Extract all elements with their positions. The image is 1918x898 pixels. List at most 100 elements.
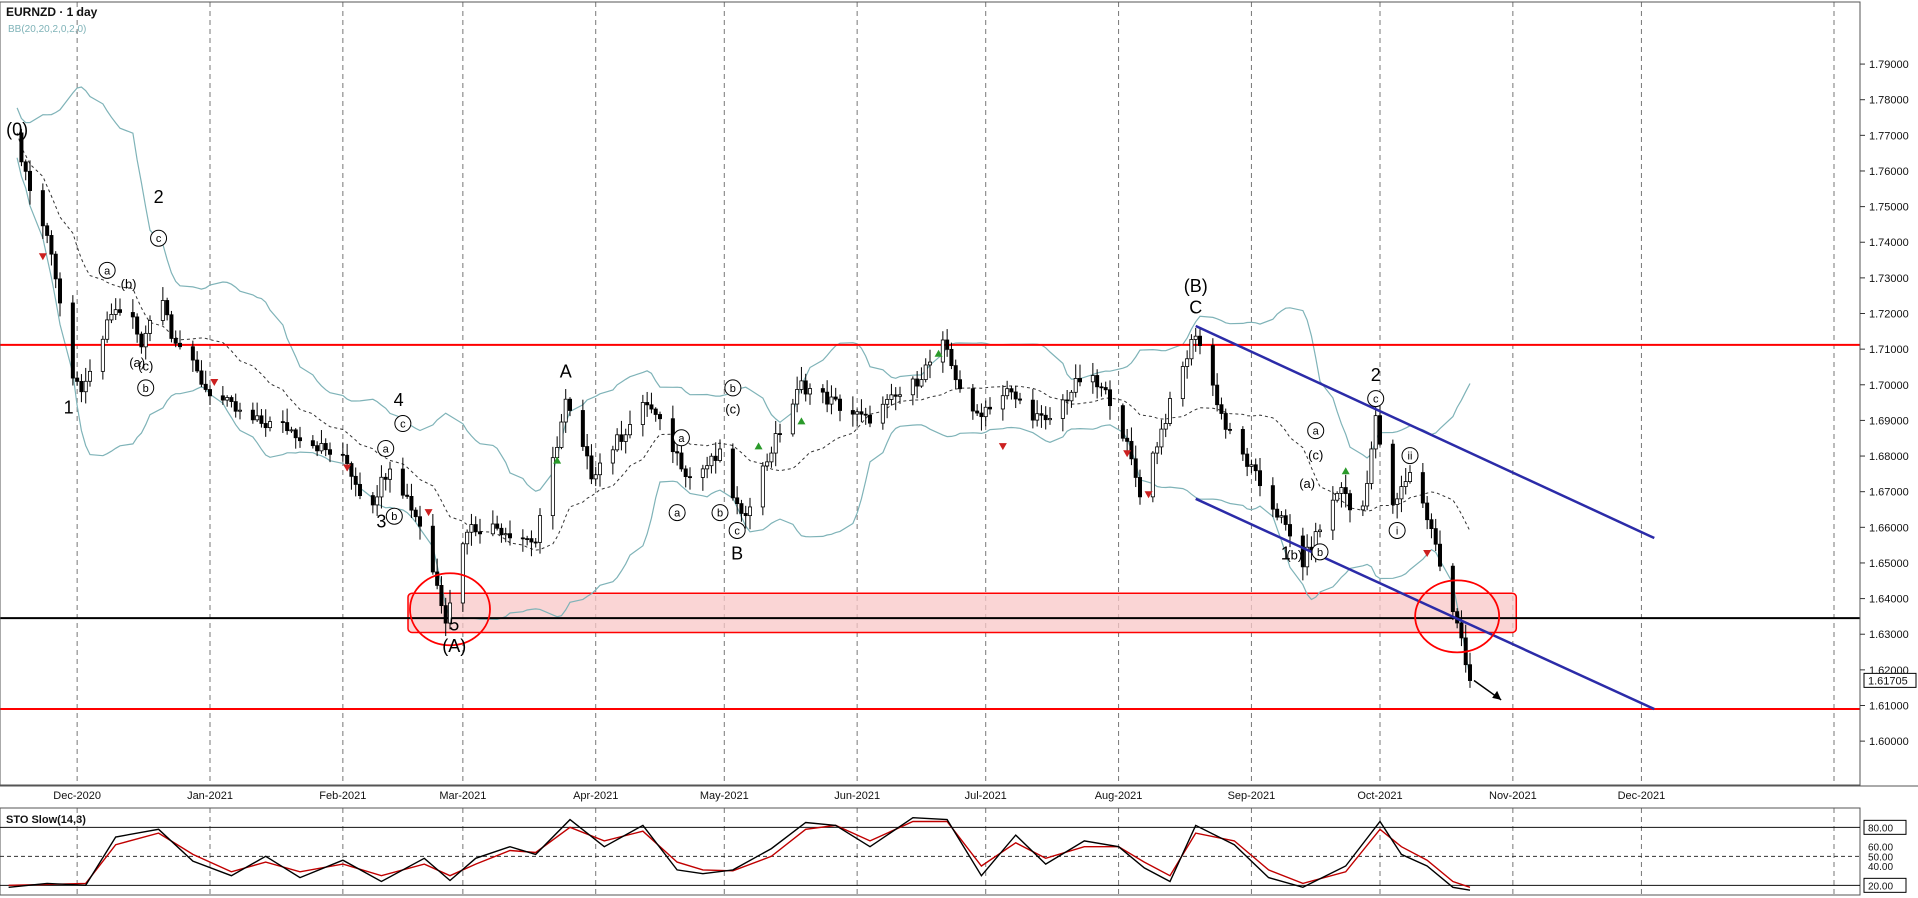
- candle-down: [1429, 519, 1434, 530]
- price-tick-label: 1.79000: [1869, 59, 1909, 71]
- candle-up: [1373, 415, 1378, 450]
- candle-up: [1000, 395, 1005, 410]
- wave-label: c: [156, 233, 162, 245]
- candle-down: [1030, 399, 1035, 421]
- time-tick-label: Jul-2021: [965, 790, 1007, 802]
- candle-up: [1330, 499, 1335, 531]
- wave-label: b: [730, 383, 736, 395]
- price-tick-label: 1.76000: [1869, 166, 1909, 178]
- price-tick-label: 1.77000: [1869, 130, 1909, 142]
- candle-up: [1318, 529, 1323, 533]
- candle-down: [1343, 487, 1348, 495]
- candle-up: [1399, 486, 1404, 500]
- wave-label: (B): [1184, 276, 1208, 296]
- indicator-label: BB(20,20,2,0,2,0): [8, 24, 86, 35]
- current-price-label: 1.61705: [1868, 675, 1908, 687]
- candle-down: [915, 378, 920, 387]
- candle-down: [1433, 528, 1438, 545]
- candle-down: [1245, 453, 1250, 467]
- candle-up: [237, 409, 242, 412]
- wave-label: a: [678, 433, 685, 445]
- wave-label: (a): [1299, 476, 1315, 491]
- candle-up: [1335, 493, 1340, 501]
- price-tick-label: 1.65000: [1869, 558, 1909, 570]
- candle-up: [160, 300, 165, 321]
- candle-down: [340, 453, 345, 456]
- candle-down: [1438, 543, 1443, 567]
- candle-down: [323, 443, 328, 451]
- candle-down: [315, 445, 320, 452]
- candle-down: [1018, 398, 1023, 401]
- candle-down: [353, 475, 358, 485]
- candle-down: [430, 525, 435, 573]
- support-zone-layer: [407, 592, 1518, 634]
- price-tick-label: 1.72000: [1869, 309, 1909, 321]
- candle-down: [417, 516, 422, 527]
- candle-up: [550, 457, 555, 517]
- candle-down: [533, 541, 538, 544]
- candle-down: [585, 446, 590, 457]
- candle-up: [615, 434, 620, 451]
- candle-down: [859, 411, 864, 415]
- candle-down: [1425, 502, 1430, 521]
- candle-down: [649, 404, 654, 410]
- candle-down: [169, 314, 174, 339]
- candle-up: [555, 447, 560, 459]
- candle-up: [289, 429, 294, 432]
- candle-down: [118, 309, 123, 313]
- candle-down: [868, 414, 873, 424]
- candle-down: [1270, 485, 1275, 510]
- time-tick-label: Jan-2021: [187, 790, 233, 802]
- candle-up: [109, 314, 114, 321]
- candle-down: [195, 359, 200, 372]
- wave-label: c: [400, 419, 406, 431]
- candle-up: [923, 364, 928, 380]
- candle-down: [409, 496, 414, 511]
- candle-up: [1073, 378, 1078, 393]
- candle-up: [1360, 505, 1365, 511]
- wave-label: c: [1373, 394, 1379, 406]
- wave-label: (b): [121, 277, 137, 292]
- candle-up: [460, 543, 465, 604]
- wave-label: ii: [1408, 451, 1413, 463]
- time-tick-label: Sep-2021: [1228, 790, 1276, 802]
- wave-label: b: [143, 383, 149, 395]
- eurnzd-chart: (0)1a(b)(a)(c)b2c4cab35(A)Aaa bb(c)cB(B)C…: [0, 0, 1918, 898]
- wave-label: (c): [725, 401, 740, 416]
- wave-label: 3: [376, 511, 386, 531]
- stochastic-label: STO Slow(14,3): [6, 814, 86, 826]
- candle-down: [970, 388, 975, 412]
- candle-down: [310, 440, 315, 447]
- candle-down: [619, 434, 624, 442]
- candle-down: [177, 342, 182, 348]
- wave-label: (b): [1286, 547, 1302, 562]
- candle-up: [623, 434, 628, 442]
- candle-down: [988, 406, 993, 410]
- candle-down: [1420, 472, 1425, 504]
- candle-down: [589, 455, 594, 480]
- symbol-label: EURNZD · 1 day: [6, 5, 98, 19]
- candle-down: [199, 370, 204, 385]
- candle-down: [173, 338, 178, 344]
- candle-up: [1185, 358, 1190, 367]
- candle-up: [1090, 375, 1095, 383]
- candle-up: [829, 396, 834, 405]
- wave-label: (c): [1308, 448, 1323, 463]
- candle-down: [473, 524, 478, 533]
- candle-up: [1035, 413, 1040, 421]
- candle-down: [477, 531, 482, 535]
- candle-up: [889, 394, 894, 400]
- candle-down: [259, 415, 264, 424]
- candle-down: [45, 225, 50, 236]
- candle-up: [1249, 464, 1254, 467]
- candle-down: [975, 410, 980, 414]
- time-tick-label: Oct-2021: [1357, 790, 1402, 802]
- candle-up: [919, 379, 924, 387]
- candle-up: [760, 465, 765, 508]
- candle-down: [250, 409, 255, 421]
- candle-down: [1275, 508, 1280, 518]
- candle-down: [40, 190, 45, 227]
- wave-label: (0): [6, 119, 28, 139]
- candle-up: [83, 380, 88, 393]
- candle-up: [538, 515, 543, 543]
